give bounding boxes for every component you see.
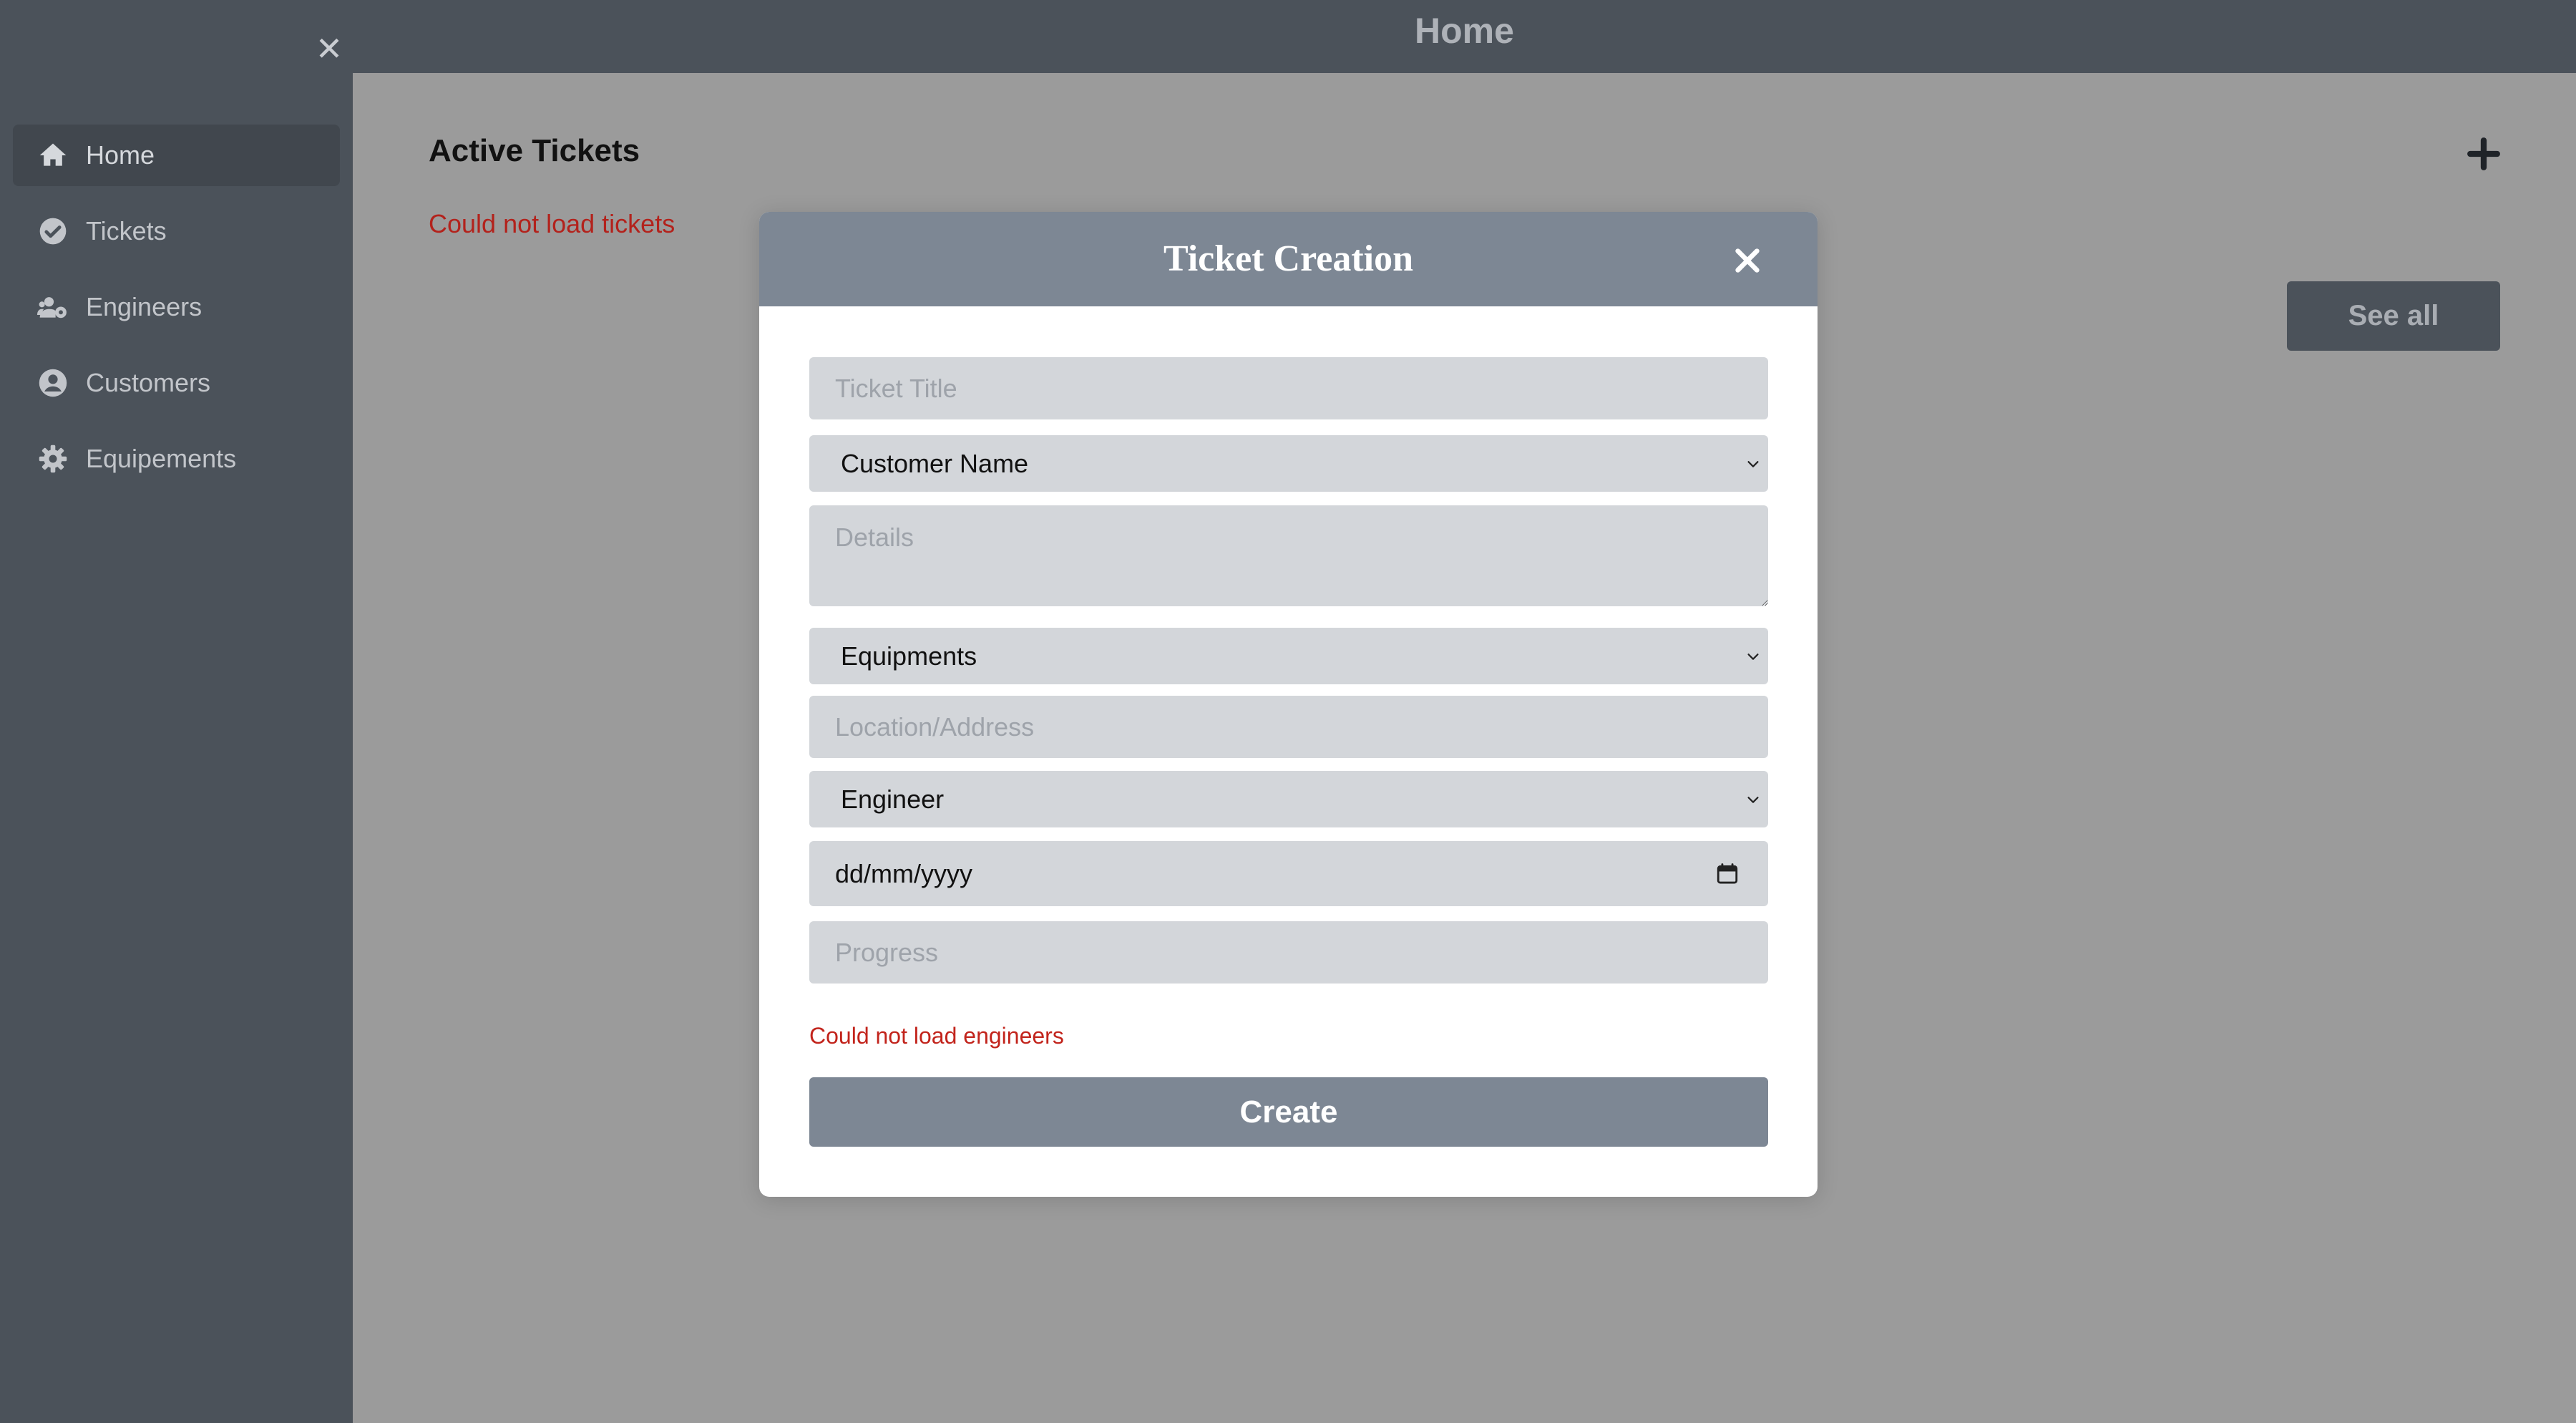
equipments-select-value: Equipments bbox=[841, 641, 977, 671]
sidebar-item-equipements[interactable]: Equipements bbox=[13, 428, 340, 490]
modal-header: Ticket Creation bbox=[759, 212, 1818, 306]
sidebar-item-label: Home bbox=[86, 140, 155, 170]
chevron-down-icon bbox=[1745, 649, 1761, 664]
sidebar-item-label: Engineers bbox=[86, 292, 203, 321]
customer-select-value: Customer Name bbox=[841, 449, 1029, 478]
engineer-select-value: Engineer bbox=[841, 785, 945, 814]
sidebar-item-home[interactable]: Home bbox=[13, 125, 340, 186]
app: ✕ Home Tickets Engineers Customers Equip… bbox=[0, 0, 2576, 1423]
page-title: Home bbox=[1415, 11, 1514, 51]
sidebar-item-tickets[interactable]: Tickets bbox=[13, 200, 340, 262]
engineer-select[interactable]: Engineer bbox=[809, 771, 1768, 827]
sidebar-nav: Home Tickets Engineers Customers Equipem… bbox=[13, 125, 340, 504]
section-title: Active Tickets bbox=[429, 133, 640, 168]
tickets-error-message: Could not load tickets bbox=[429, 209, 675, 238]
gear-icon bbox=[37, 443, 69, 475]
sidebar-item-customers[interactable]: Customers bbox=[13, 352, 340, 414]
sidebar-close-button[interactable]: ✕ bbox=[315, 32, 343, 65]
chevron-down-icon bbox=[1745, 792, 1761, 807]
modal-close-button[interactable] bbox=[1733, 246, 1762, 275]
details-textarea[interactable] bbox=[809, 505, 1768, 606]
close-icon: ✕ bbox=[315, 30, 343, 67]
equipments-select[interactable]: Equipments bbox=[809, 628, 1768, 684]
add-ticket-button[interactable] bbox=[2466, 136, 2502, 172]
chevron-down-icon bbox=[1745, 456, 1761, 472]
home-icon bbox=[37, 140, 69, 171]
ticket-title-input[interactable] bbox=[809, 357, 1768, 419]
close-icon bbox=[1733, 246, 1762, 275]
ticket-creation-modal: Ticket Creation Customer Name Equipments… bbox=[759, 212, 1818, 1197]
user-circle-icon bbox=[37, 367, 69, 399]
sidebar: ✕ Home Tickets Engineers Customers Equip… bbox=[0, 0, 353, 1423]
calendar-icon[interactable] bbox=[1715, 862, 1740, 886]
users-cog-icon bbox=[37, 291, 69, 323]
date-input[interactable]: dd/mm/yyyy bbox=[809, 841, 1768, 906]
location-input[interactable] bbox=[809, 696, 1768, 758]
customer-select[interactable]: Customer Name bbox=[809, 435, 1768, 492]
create-button[interactable]: Create bbox=[809, 1077, 1768, 1147]
engineers-error-message: Could not load engineers bbox=[809, 1023, 1064, 1049]
sidebar-item-label: Equipements bbox=[86, 444, 237, 473]
check-circle-icon bbox=[37, 215, 69, 247]
progress-input[interactable] bbox=[809, 921, 1768, 984]
plus-icon bbox=[2466, 136, 2502, 172]
sidebar-item-label: Tickets bbox=[86, 216, 167, 246]
modal-title: Ticket Creation bbox=[1163, 238, 1414, 279]
see-all-button[interactable]: See all bbox=[2287, 281, 2500, 351]
sidebar-item-engineers[interactable]: Engineers bbox=[13, 276, 340, 338]
sidebar-item-label: Customers bbox=[86, 368, 211, 397]
date-input-value: dd/mm/yyyy bbox=[835, 859, 973, 888]
top-bar: Home bbox=[353, 0, 2576, 73]
